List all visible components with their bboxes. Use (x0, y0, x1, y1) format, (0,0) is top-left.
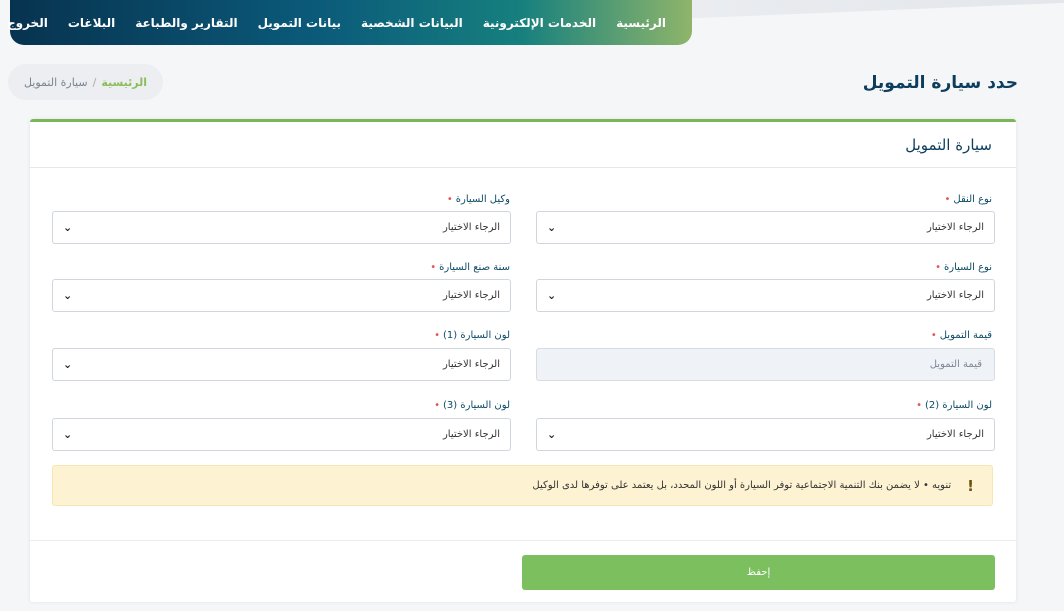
car-color-1-select[interactable]: الرجاء الاختيار ⌄ (52, 348, 511, 381)
car-color-1-label-text: لون السيارة (1) (443, 330, 510, 341)
chevron-down-icon: ⌄ (63, 221, 73, 234)
required-mark: • (434, 330, 441, 341)
car-color-3-select-value: الرجاء الاختيار (442, 429, 500, 440)
chevron-down-icon: ⌄ (547, 428, 557, 441)
required-mark: • (446, 194, 453, 205)
car-agent-select[interactable]: الرجاء الاختيار ⌄ (52, 211, 511, 244)
availability-alert: ! تنويه • لا يضمن بنك التنمية الاجتماعية… (52, 465, 993, 506)
exclamation-icon: ! (967, 476, 974, 495)
breadcrumb-current: سيارة التمويل (23, 75, 88, 89)
transport-type-select[interactable]: الرجاء الاختيار ⌄ (536, 211, 995, 244)
car-agent-label-text: وكيل السيارة (455, 194, 510, 205)
car-agent-label: وكيل السيارة• (447, 194, 510, 205)
car-type-label-text: نوع السيارة (944, 262, 992, 273)
transport-type-select-value: الرجاء الاختيار (926, 222, 984, 233)
nav-item-finance-data[interactable]: بيانات التمويل (258, 16, 341, 30)
page-title: حدد سيارة التمويل (862, 73, 1018, 93)
card-header: سيارة التمويل (30, 122, 1016, 168)
nav-item-reports-complaints[interactable]: البلاغات (68, 16, 115, 30)
manufacture-year-select[interactable]: الرجاء الاختيار ⌄ (52, 279, 511, 312)
finance-value-label-text: قيمة التمويل (939, 330, 992, 341)
main-navbar: الرئيسية الخدمات الإلكترونية البيانات ال… (7, 0, 692, 45)
car-agent-select-value: الرجاء الاختيار (442, 222, 500, 233)
nav-item-logout[interactable]: الخروج (7, 16, 48, 30)
chevron-down-icon: ⌄ (547, 221, 557, 234)
chevron-down-icon: ⌄ (63, 358, 73, 371)
transport-type-label: نوع النقل• (945, 194, 992, 205)
car-type-label: نوع السيارة• (935, 262, 992, 273)
transport-type-label-text: نوع النقل (953, 194, 992, 205)
finance-value-label: قيمة التمويل• (931, 330, 992, 341)
car-color-2-label: لون السيارة (2)• (916, 400, 992, 411)
breadcrumb-home-link[interactable]: الرئيسية (101, 76, 147, 89)
car-type-select-value: الرجاء الاختيار (926, 290, 984, 301)
car-type-select[interactable]: الرجاء الاختيار ⌄ (536, 279, 995, 312)
finance-car-card: سيارة التمويل نوع النقل• الرجاء الاختيار… (30, 119, 1016, 602)
nav-item-home[interactable]: الرئيسية (616, 16, 666, 30)
manufacture-year-select-value: الرجاء الاختيار (442, 290, 500, 301)
nav-item-e-services[interactable]: الخدمات الإلكترونية (483, 16, 596, 30)
car-color-2-select-value: الرجاء الاختيار (926, 429, 984, 440)
alert-text: تنويه • لا يضمن بنك التنمية الاجتماعية ت… (532, 480, 952, 491)
manufacture-year-label-text: سنة صنع السيارة (439, 262, 510, 273)
required-mark: • (430, 262, 437, 273)
chevron-down-icon: ⌄ (63, 289, 73, 302)
car-color-3-label: لون السيارة (3)• (434, 400, 510, 411)
car-color-3-label-text: لون السيارة (3) (443, 400, 510, 411)
footer-divider (30, 540, 1016, 541)
breadcrumb-separator: / (92, 75, 97, 89)
required-mark: • (935, 262, 942, 273)
breadcrumb: الرئيسية / سيارة التمويل (8, 64, 163, 100)
car-color-1-label: لون السيارة (1)• (434, 330, 510, 341)
car-color-3-select[interactable]: الرجاء الاختيار ⌄ (52, 418, 511, 451)
nav-item-personal-data[interactable]: البيانات الشخصية (361, 16, 463, 30)
car-color-1-select-value: الرجاء الاختيار (442, 359, 500, 370)
nav-item-reports-printing[interactable]: التقارير والطباعة (135, 16, 237, 30)
required-mark: • (944, 194, 951, 205)
chevron-down-icon: ⌄ (63, 428, 73, 441)
card-title: سيارة التمويل (905, 135, 992, 154)
car-color-2-select[interactable]: الرجاء الاختيار ⌄ (536, 418, 995, 451)
required-mark: • (916, 400, 923, 411)
required-mark: • (930, 330, 937, 341)
chevron-down-icon: ⌄ (547, 289, 557, 302)
manufacture-year-label: سنة صنع السيارة• (430, 262, 510, 273)
required-mark: • (434, 400, 441, 411)
car-color-2-label-text: لون السيارة (2) (925, 400, 992, 411)
finance-value-input[interactable] (536, 348, 995, 381)
save-button[interactable]: إحفظ (522, 555, 995, 590)
